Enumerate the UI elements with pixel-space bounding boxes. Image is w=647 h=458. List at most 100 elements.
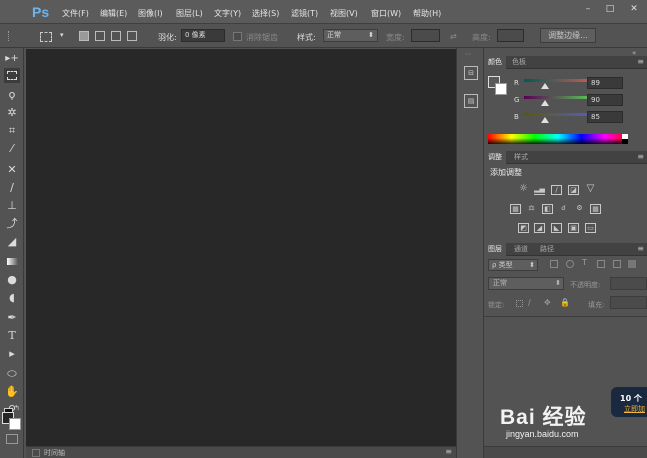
tab-styles[interactable]: 样式 [510,151,532,164]
hand-tool-icon[interactable]: ✋ [4,384,20,399]
tab-swatches[interactable]: 色板 [508,56,530,69]
blend-mode-select[interactable]: 正常 ⬍ [488,277,564,290]
fill-input[interactable] [610,296,647,309]
brush-tool-icon[interactable]: ∕ [4,180,20,195]
marquee-tool-preset-icon[interactable] [40,32,52,42]
height-input[interactable] [497,29,524,42]
timeline-grip-icon[interactable] [32,449,40,457]
marquee-tool-icon[interactable] [4,68,20,83]
subtract-from-selection-icon[interactable] [111,31,121,41]
color-lookup-icon[interactable]: ▦ [590,204,601,214]
gradient-map-triangle-icon[interactable]: ▽ [585,184,596,195]
menu-type[interactable]: 文字(Y) [214,8,241,19]
color-spectrum-ramp[interactable] [488,134,628,144]
close-button[interactable]: ✕ [624,3,644,15]
minimize-button[interactable]: – [578,3,598,15]
lasso-tool-icon[interactable]: ϙ [4,87,20,102]
move-tool-icon[interactable]: ▸+ [4,51,20,66]
menu-edit[interactable]: 编辑(E) [100,8,127,19]
filter-type-icon[interactable]: T [582,258,587,267]
opacity-input[interactable] [610,277,647,290]
levels-icon[interactable]: ▂▄ [534,185,545,195]
new-selection-icon[interactable] [79,31,89,41]
antialias-checkbox[interactable] [233,32,242,41]
blue-slider-thumb[interactable] [541,117,549,123]
timeline-menu-icon[interactable]: ≡ [445,447,452,456]
spot-healing-tool-icon[interactable]: ✕ [4,162,20,177]
tab-layers[interactable]: 图层 [484,243,506,256]
photo-filter-icon[interactable]: ☌ [558,204,569,214]
selective-color-icon[interactable]: ▣ [568,223,579,233]
adjustments-panel-menu-icon[interactable]: ≡ [637,152,644,161]
menu-window[interactable]: 窗口(W) [371,8,401,19]
lock-transparent-icon[interactable] [516,300,523,307]
history-panel-icon[interactable]: ⊟ [464,66,478,80]
filter-toggle-icon[interactable] [628,260,636,268]
hue-saturation-icon[interactable]: ▦ [510,204,521,214]
brightness-contrast-icon[interactable]: ☼ [518,184,529,195]
eyedropper-tool-icon[interactable]: ⁄ [4,141,20,156]
document-canvas-area[interactable] [26,49,456,446]
dodge-tool-icon[interactable]: ◖ [4,290,20,305]
layers-panel-menu-icon[interactable]: ≡ [637,244,644,253]
layer-filter-select[interactable]: ρ 类型 ⬍ [488,259,538,271]
blur-tool-icon[interactable]: ● [4,272,20,287]
grip-handle[interactable] [8,31,10,41]
filter-shape-icon[interactable] [597,260,605,268]
menu-image[interactable]: 图像(I) [138,8,163,19]
intersect-selection-icon[interactable] [127,31,137,41]
exposure-icon[interactable]: ◪ [568,185,579,195]
curves-icon[interactable]: ∕ [551,185,562,195]
black-white-icon[interactable]: ◧ [542,204,553,214]
menu-view[interactable]: 视图(V) [330,8,358,19]
add-to-selection-icon[interactable] [95,31,105,41]
green-value-input[interactable]: 90 [587,94,623,106]
color-background-swatch[interactable] [495,83,507,95]
menu-select[interactable]: 选择(S) [252,8,279,19]
style-select[interactable]: 正常 ⬍ [323,29,378,42]
type-tool-icon[interactable]: T [4,328,20,343]
gradient-map-icon[interactable]: ▭ [585,223,596,233]
red-value-input[interactable]: 89 [587,77,623,89]
color-panel-menu-icon[interactable]: ≡ [637,57,644,66]
menu-file[interactable]: 文件(F) [62,8,89,19]
feather-input[interactable]: 0 像素 [181,29,225,42]
clone-stamp-tool-icon[interactable]: ⊥ [4,198,20,213]
magic-wand-tool-icon[interactable]: ✲ [4,105,20,120]
swap-colors-icon[interactable]: ↰ [14,404,20,412]
refine-edge-button[interactable]: 调整边缘... [540,28,596,43]
posterize-icon[interactable]: ◢ [534,223,545,233]
green-slider-thumb[interactable] [541,100,549,106]
width-input[interactable] [411,29,440,42]
crop-tool-icon[interactable]: ⌗ [4,123,20,138]
dock-grip-icon[interactable]: ⋯ [465,51,471,58]
history-brush-tool-icon[interactable]: ⤴ [4,216,20,231]
ellipse-tool-icon[interactable]: ⬭ [4,366,20,381]
lock-all-icon[interactable]: 🔒 [560,298,570,307]
filter-pixel-icon[interactable] [550,260,558,268]
red-slider-thumb[interactable] [541,83,549,89]
threshold-icon[interactable]: ◣ [551,223,562,233]
tab-channels[interactable]: 通道 [510,243,532,256]
invert-icon[interactable]: ◩ [518,223,529,233]
menu-help[interactable]: 帮助(H) [413,8,441,19]
filter-adjustment-icon[interactable] [566,260,574,268]
filter-smart-object-icon[interactable] [613,260,621,268]
restore-button[interactable]: □ [600,3,620,15]
eraser-tool-icon[interactable]: ◢ [4,234,20,249]
blue-value-input[interactable]: 85 [587,111,623,123]
path-selection-tool-icon[interactable]: ▸ [4,346,20,361]
quick-mask-icon[interactable] [6,434,18,444]
color-balance-icon[interactable]: ⚖ [526,204,537,214]
swap-dimensions-icon[interactable]: ⇄ [450,32,457,41]
background-color-swatch[interactable] [9,418,21,430]
tab-color[interactable]: 颜色 [484,56,506,69]
gradient-tool-icon[interactable] [4,254,20,269]
tab-adjustments[interactable]: 调整 [484,151,506,164]
menu-filter[interactable]: 滤镜(T) [291,8,318,19]
channel-mixer-icon[interactable]: ⚙ [574,204,585,214]
menu-layer[interactable]: 图层(L) [176,8,203,19]
timeline-label[interactable]: 时间轴 [44,448,65,458]
preset-chevron-down-icon[interactable]: ▾ [60,31,64,39]
pen-tool-icon[interactable]: ✒ [4,310,20,325]
